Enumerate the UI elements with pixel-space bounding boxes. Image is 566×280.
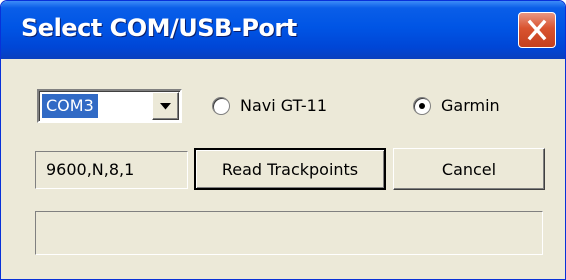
dialog-body: COM3 Navi GT-11 Garmin 9600,N,8,1 Read T… [5, 59, 561, 277]
radio-garmin-selected-dot [419, 103, 425, 109]
close-icon [527, 19, 547, 41]
port-select-value: COM3 [42, 94, 98, 118]
window-title: Select COM/USB-Port [21, 14, 297, 42]
radio-navi-gt11[interactable]: Navi GT-11 [212, 94, 342, 120]
cancel-button[interactable]: Cancel [393, 148, 545, 190]
radio-navi-gt11-circle[interactable] [212, 97, 230, 115]
baud-settings-display: 9600,N,8,1 [35, 151, 188, 189]
status-field [35, 211, 543, 255]
chevron-down-icon [160, 103, 171, 110]
port-select[interactable]: COM3 [37, 89, 182, 123]
title-bar[interactable]: Select COM/USB-Port [1, 1, 565, 59]
read-trackpoints-button[interactable]: Read Trackpoints [194, 148, 386, 190]
radio-navi-gt11-label: Navi GT-11 [240, 96, 328, 115]
radio-garmin-label: Garmin [441, 96, 500, 115]
radio-garmin[interactable]: Garmin [413, 94, 523, 120]
close-button[interactable] [518, 12, 556, 48]
radio-garmin-circle[interactable] [413, 97, 431, 115]
port-select-dropdown-button[interactable] [152, 92, 179, 120]
dialog-window: Select COM/USB-Port COM3 Navi GT-11 Garm… [0, 0, 566, 280]
